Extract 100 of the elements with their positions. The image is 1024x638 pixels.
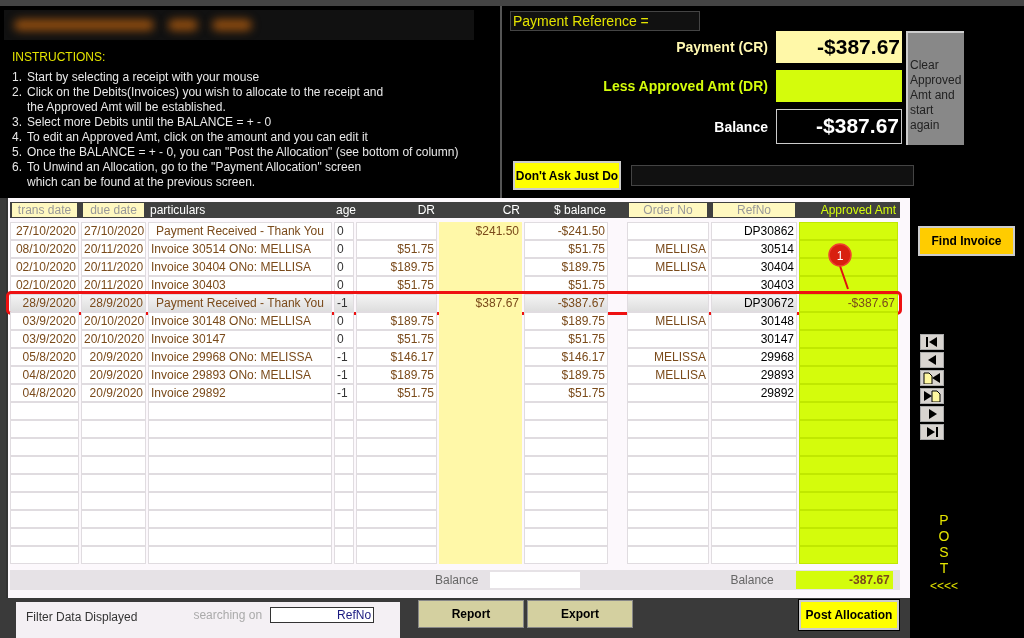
table-cell: $51.75 [524, 384, 608, 402]
table-cell: 28/9/2020 [81, 294, 146, 312]
searching-label: searching on [193, 608, 263, 622]
record-nav-button[interactable] [920, 424, 944, 440]
dont-ask-button[interactable]: Don't Ask Just Do [513, 161, 621, 190]
column-header[interactable]: particulars [148, 203, 332, 217]
export-button[interactable]: Export [527, 600, 633, 628]
table-cell [334, 510, 354, 528]
column-header[interactable]: $ balance [524, 203, 608, 217]
record-nav-button[interactable] [920, 352, 944, 368]
table-cell [10, 420, 79, 438]
record-nav-button[interactable] [920, 406, 944, 422]
table-cell: $387.67 [439, 294, 522, 312]
table-cell: 30404 [711, 258, 797, 276]
instruction-number: 4. [12, 130, 23, 145]
balance-label: Balance [435, 573, 479, 587]
table-cell: Invoice 30514 ONo: MELLISA [148, 240, 332, 258]
instruction-text: Select more Debits until the BALANCE = + - 0 [27, 115, 272, 130]
table-cell [81, 528, 146, 546]
table-cell: 30514 [711, 240, 797, 258]
table-cell: $241.50 [439, 222, 522, 240]
instruction-number: 6. [12, 160, 23, 176]
table-cell: MELISSA [627, 348, 709, 366]
table-cell [81, 492, 146, 510]
table-cell: MELLISA [627, 258, 709, 276]
instruction-text: To edit an Approved Amt, click on the amount and you can edit it [27, 130, 368, 145]
record-nav-button[interactable] [920, 334, 944, 350]
clear-button[interactable]: Clear Approved Amt and start again [906, 31, 964, 145]
column-header[interactable]: CR [439, 203, 522, 217]
table-cell [81, 402, 146, 420]
table-cell: Invoice 30148 ONo: MELLISA [148, 312, 332, 330]
instruction-number: 2. [12, 85, 23, 101]
table-cell [334, 402, 354, 420]
table-cell: 30147 [711, 330, 797, 348]
report-button[interactable]: Report [418, 600, 524, 628]
column-header[interactable]: age [334, 203, 354, 217]
find-invoice-button[interactable]: Find Invoice [918, 226, 1015, 256]
table-cell: 30148 [711, 312, 797, 330]
table-cell: 20/9/2020 [81, 384, 146, 402]
table-cell: 02/10/2020 [10, 258, 79, 276]
table-cell: 27/10/2020 [81, 222, 146, 240]
instruction-text: Start by selecting a receipt with your mouse [27, 70, 260, 85]
table-cell [334, 528, 354, 546]
instruction-number: 1. [12, 70, 23, 85]
table-cell: MELLISA [627, 312, 709, 330]
table-cell [81, 546, 146, 564]
table-cell [81, 510, 146, 528]
column-header[interactable]: DR [356, 203, 437, 217]
table-cell: -1 [334, 348, 354, 366]
table-cell [334, 474, 354, 492]
table-cell: Invoice 30147 [148, 330, 332, 348]
table-cell [10, 528, 79, 546]
table-cell: Payment Received - Thank You [148, 294, 332, 312]
table-cell: 0 [334, 312, 354, 330]
table-cell [81, 438, 146, 456]
table-cell: $146.17 [524, 348, 608, 366]
search-field[interactable]: RefNo [270, 607, 375, 623]
table-cell: 0 [334, 258, 354, 276]
table-cell: $51.75 [356, 240, 437, 258]
table-cell [334, 546, 354, 564]
post-allocation-button[interactable]: Post Allocation [799, 600, 899, 630]
table-cell [334, 492, 354, 510]
column-header[interactable]: Approved Amt [799, 203, 898, 217]
table-cell: -$241.50 [524, 222, 608, 240]
table-cell [10, 474, 79, 492]
table-cell: 03/9/2020 [10, 312, 79, 330]
document-right-icon [923, 390, 941, 402]
table-cell: 28/9/2020 [10, 294, 79, 312]
post-letter: O [938, 528, 950, 544]
table-cell [10, 546, 79, 564]
table-cell: Invoice 29968 ONo: MELISSA [148, 348, 332, 366]
table-cell: 27/10/2020 [10, 222, 79, 240]
table-cell: 0 [334, 222, 354, 240]
table-cell: -1 [334, 294, 354, 312]
table-cell [10, 456, 79, 474]
table-cell: Payment Received - Thank You [148, 222, 332, 240]
table-cell: $189.75 [356, 258, 437, 276]
table-cell [10, 510, 79, 528]
table-cell: 20/9/2020 [81, 348, 146, 366]
table-cell: Invoice 29893 ONo: MELLISA [148, 366, 332, 384]
table-cell: 0 [334, 240, 354, 258]
balance-label: Balance [730, 573, 774, 587]
table-cell [10, 438, 79, 456]
table-cell: $189.75 [356, 366, 437, 384]
table-cell [334, 456, 354, 474]
record-nav-button[interactable] [920, 388, 944, 404]
approved-label: Less Approved Amt (DR) [602, 78, 768, 94]
approved-amount-cell: -$387.67 [799, 294, 898, 312]
instruction-text: Once the BALANCE = + - 0, you can "Post the Allocation" (see bottom of column) [27, 145, 459, 160]
table-cell: 29892 [711, 384, 797, 402]
table-cell [81, 420, 146, 438]
table-cell: 0 [334, 330, 354, 348]
record-nav-button[interactable] [920, 370, 944, 386]
instruction-number: 5. [12, 145, 23, 160]
table-cell: DP30862 [711, 222, 797, 240]
post-letter: T [939, 560, 949, 576]
document-left-icon [923, 372, 941, 384]
table-cell: MELLISA [627, 240, 709, 258]
table-cell [10, 402, 79, 420]
table-cell: $51.75 [524, 330, 608, 348]
